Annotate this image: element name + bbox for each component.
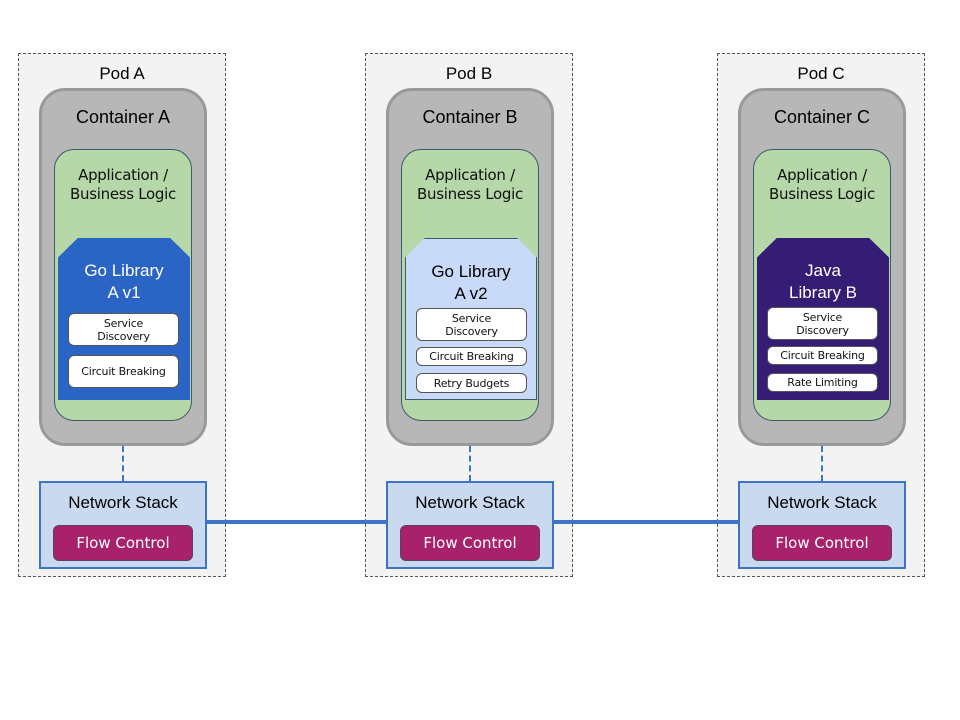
feature-circuit-breaking: Circuit Breaking: [416, 347, 527, 366]
pod-c: Pod C Container C Application / Business…: [717, 53, 925, 577]
container-title: Container B: [422, 107, 518, 127]
application-layer: Application / Business Logic Go Library …: [401, 149, 539, 421]
feature-service-discovery: Service Discovery: [416, 308, 527, 341]
application-title: Application / Business Logic: [417, 166, 523, 203]
connector-dashed: [821, 446, 823, 481]
pod-b: Pod B Container B Application / Business…: [365, 53, 573, 577]
network-stack: Network Stack Flow Control: [386, 481, 554, 569]
container-title: Container C: [773, 107, 871, 127]
connector-dashed: [122, 446, 124, 481]
flow-control: Flow Control: [400, 525, 540, 561]
library-title: Java Library B: [757, 260, 889, 304]
flow-control: Flow Control: [53, 525, 193, 561]
feature-circuit-breaking: Circuit Breaking: [68, 355, 179, 388]
library-go-a-v1: Go Library A v1 Service Discovery Circui…: [58, 238, 190, 400]
network-stack: Network Stack Flow Control: [738, 481, 906, 569]
pod-title: Pod B: [445, 64, 493, 83]
library-java-b: Java Library B Service Discovery Circuit…: [757, 238, 889, 400]
application-layer: Application / Business Logic Java Librar…: [753, 149, 891, 421]
feature-circuit-breaking: Circuit Breaking: [767, 346, 878, 365]
library-title: Go Library A v1: [58, 260, 190, 304]
library-title-line1: Go Library: [431, 262, 511, 281]
network-link-a-b: [206, 520, 387, 524]
feature-retry-budgets: Retry Budgets: [416, 373, 527, 393]
network-stack: Network Stack Flow Control: [39, 481, 207, 569]
network-link-b-c: [553, 520, 739, 524]
container-a: Container A Application / Business Logic…: [39, 88, 207, 446]
container-b: Container B Application / Business Logic…: [386, 88, 554, 446]
pod-title: Pod C: [797, 64, 845, 83]
network-stack-title: Network Stack: [415, 493, 525, 512]
application-layer: Application / Business Logic Go Library …: [54, 149, 192, 421]
network-stack-title: Network Stack: [68, 493, 178, 512]
application-title: Application / Business Logic: [769, 166, 875, 203]
flow-control: Flow Control: [752, 525, 892, 561]
library-title-line2: A v2: [454, 284, 488, 303]
feature-service-discovery: Service Discovery: [68, 313, 179, 346]
library-title-line2: A v1: [107, 283, 141, 302]
pod-title: Pod A: [99, 64, 145, 83]
container-title: Container A: [75, 107, 171, 127]
library-go-a-v2: Go Library A v2 Service Discovery Circui…: [405, 238, 537, 400]
feature-service-discovery: Service Discovery: [767, 307, 878, 340]
feature-rate-limiting: Rate Limiting: [767, 373, 878, 392]
library-title-line1: Java: [805, 261, 841, 280]
connector-dashed: [469, 446, 471, 481]
network-stack-title: Network Stack: [767, 493, 877, 512]
library-title-line1: Go Library: [84, 261, 164, 280]
library-title-line2: Library B: [788, 283, 858, 302]
library-title: Go Library A v2: [406, 261, 536, 305]
pod-a: Pod A Container A Application / Business…: [18, 53, 226, 577]
container-c: Container C Application / Business Logic…: [738, 88, 906, 446]
application-title: Application / Business Logic: [70, 166, 176, 203]
